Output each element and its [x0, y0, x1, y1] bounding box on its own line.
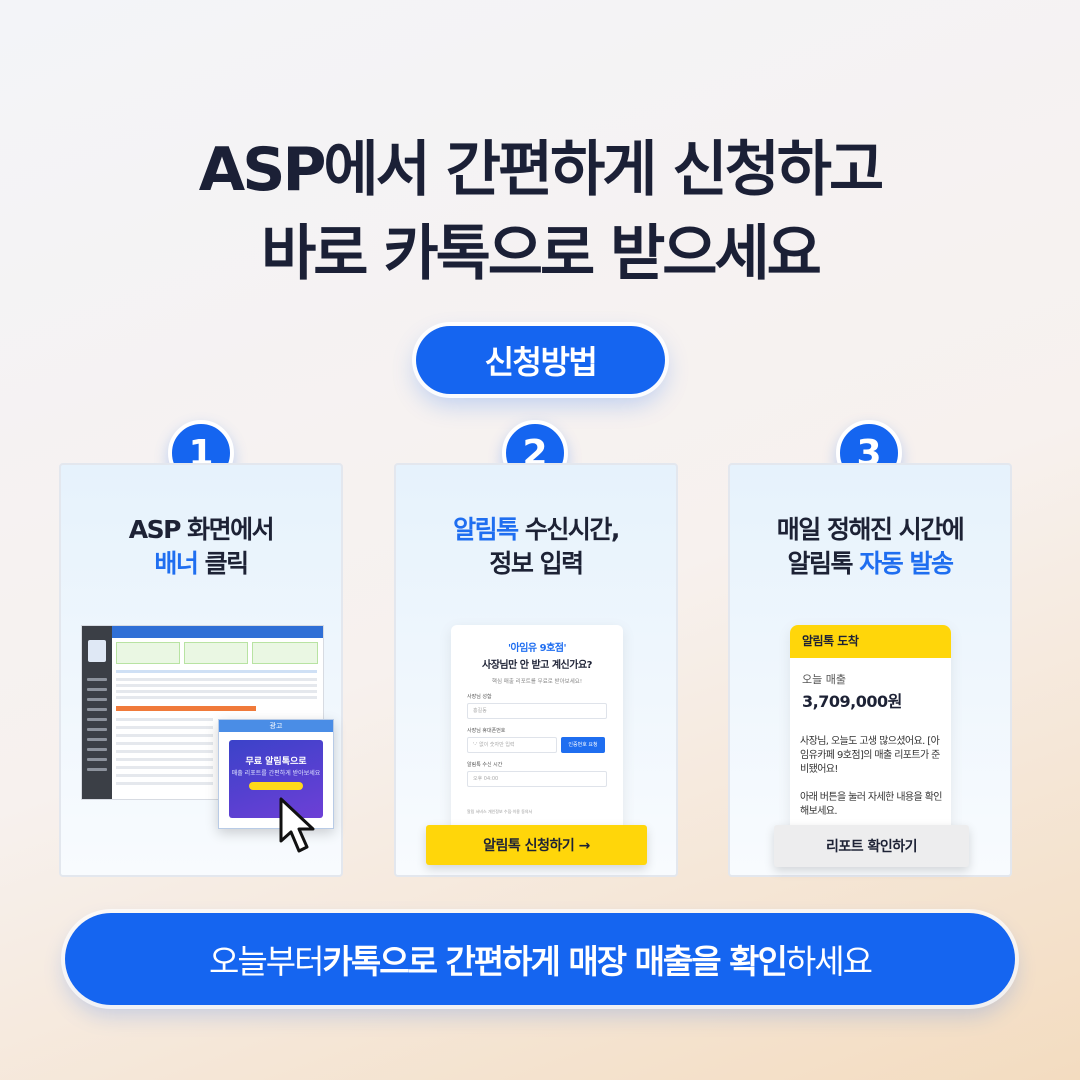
step-2-highlight: 알림톡 [453, 515, 519, 544]
banner-title: 무료 알림톡으로 [245, 757, 307, 767]
phone-input[interactable]: '-' 없이 숫자만 입력 [467, 737, 557, 753]
banner-popup-header: 광고 [219, 720, 333, 732]
step-3-title-line-1: 매일 정해진 시간에 [776, 515, 965, 544]
step-1-title-rest: 클릭 [197, 549, 250, 578]
asp-stat-box [116, 642, 180, 664]
step-3-title-line-2: 알림톡 자동 발송 [730, 547, 1010, 581]
asp-logo-icon [88, 640, 106, 662]
step-1-card: ASP 화면에서 배너 클릭 광고 무료 알림톡으로 매출 리포트를 간편하게 … [59, 463, 343, 877]
form-store-name: '아임유 9호점' [507, 643, 567, 654]
footer-suffix: 하세요 [785, 942, 873, 981]
step-3-card: 매일 정해진 시간에 알림톡 자동 발송 알림톡 도착 오늘 매출 3,709,… [728, 463, 1012, 877]
phone-label: 사장님 휴대폰번호 [467, 728, 506, 734]
verify-button[interactable]: 인증번호 요청 [561, 737, 605, 753]
sales-amount: 3,709,000원 [802, 692, 902, 711]
asp-sidebar [82, 626, 112, 799]
apply-alimtalk-button[interactable]: 알림톡 신청하기 → [426, 825, 647, 865]
signup-form-mockup: '아임유 9호점' 사장님만 안 받고 계신가요? 핵심 매출 리포트를 무료로… [451, 625, 623, 835]
headline: ASP에서 간편하게 신청하고 바로 카톡으로 받으세요 [0, 128, 1080, 296]
footer-banner: 오늘부터 카톡으로 간편하게 매장 매출을 확인 하세요 [65, 913, 1015, 1005]
message-paragraph-1: 사장님, 오늘도 고생 많으셨어요. [아임유카페 9호점]의 매출 리포트가 … [800, 736, 940, 775]
step-1-title: ASP 화면에서 배너 클릭 [61, 513, 341, 581]
step-1-highlight: 배너 [154, 549, 199, 578]
footer-highlight: 카톡으로 간편하게 매장 매출을 확인 [322, 942, 788, 981]
form-subtitle: 핵심 매출 리포트를 무료로 받아보세요! [491, 679, 583, 685]
time-label: 알림톡 수신 시간 [467, 762, 503, 768]
step-2-title-line-2: 정보 입력 [489, 549, 584, 578]
headline-line-2: 바로 카톡으로 받으세요 [261, 219, 822, 289]
asp-stat-box [184, 642, 248, 664]
name-label: 사장님 성함 [467, 694, 492, 700]
step-3-title-plain: 알림톡 [787, 549, 860, 578]
mouse-cursor-icon [279, 797, 315, 853]
sales-label: 오늘 매출 [802, 673, 846, 686]
step-2-title-line-1: 알림톡 수신시간, [396, 513, 676, 547]
message-header: 알림톡 도착 [790, 625, 951, 658]
check-report-button[interactable]: 리포트 확인하기 [774, 825, 969, 867]
step-1-title-line-1: ASP 화면에서 [128, 515, 275, 544]
step-2-card: 알림톡 수신시간, 정보 입력 '아임유 9호점' 사장님만 안 받고 계신가요… [394, 463, 678, 877]
asp-topbar [112, 626, 323, 638]
step-3-highlight: 자동 발송 [859, 549, 954, 578]
time-select[interactable]: 오후 04:00 [467, 771, 607, 787]
footer-prefix: 오늘부터 [209, 942, 324, 981]
asp-stat-box [252, 642, 318, 664]
step-2-title-rest: 수신시간, [517, 515, 621, 544]
name-input[interactable]: 홍길동 [467, 703, 607, 719]
message-paragraph-2: 아래 버튼을 눌러 자세한 내용을 확인해보세요. [800, 792, 943, 817]
method-badge: 신청방법 [416, 326, 665, 394]
message-body: 사장님, 오늘도 고생 많으셨어요. [아임유카페 9호점]의 매출 리포트가 … [800, 735, 945, 833]
step-1-title-line-2: 배너 클릭 [61, 547, 341, 581]
step-2-title: 알림톡 수신시간, 정보 입력 [396, 513, 676, 581]
form-question: 사장님만 안 받고 계신가요? [482, 660, 592, 671]
step-3-title: 매일 정해진 시간에 알림톡 자동 발송 [730, 513, 1010, 581]
consent-note: 알림 서비스 개인정보 수집·이용 동의서 [467, 809, 533, 814]
banner-subtitle: 매출 리포트를 간편하게 받아보세요 [231, 770, 321, 777]
alimtalk-message-mockup: 알림톡 도착 오늘 매출 3,709,000원 사장님, 오늘도 고생 많으셨어… [790, 625, 951, 840]
banner-button [249, 782, 303, 790]
headline-line-1: ASP에서 간편하게 신청하고 [198, 135, 884, 205]
asp-orange-bar [116, 706, 256, 711]
